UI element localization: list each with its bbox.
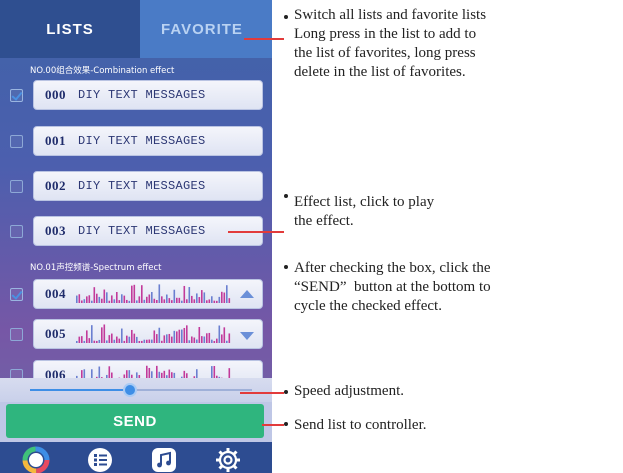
- effect-number: 003: [45, 223, 66, 238]
- effect-card[interactable]: 004: [33, 279, 263, 309]
- effect-title: DIY TEXT MESSAGES: [78, 179, 206, 193]
- move-up-icon[interactable]: [240, 290, 254, 298]
- effect-number: 000: [45, 87, 66, 102]
- list-item[interactable]: 001 DIY TEXT MESSAGES: [8, 124, 264, 158]
- effect-title: DIY TEXT MESSAGES: [78, 224, 206, 238]
- move-down-icon[interactable]: [240, 332, 254, 340]
- phone-screen: LISTS FAVORITE NO.00组合效果-Combination eff…: [0, 0, 272, 473]
- effect-number: 002: [45, 178, 66, 193]
- tab-lists[interactable]: LISTS: [0, 0, 140, 58]
- list-item[interactable]: 000 DIY TEXT MESSAGES: [8, 78, 264, 112]
- speed-track[interactable]: [30, 383, 252, 397]
- row-checkbox[interactable]: [10, 89, 23, 102]
- speed-thumb[interactable]: [122, 383, 137, 397]
- annotation-pointer-effect-list: [228, 231, 284, 233]
- list-item[interactable]: 005: [8, 317, 264, 351]
- annotation-tabs: Switch all lists and favorite lists Long…: [294, 7, 487, 80]
- speed-slider[interactable]: [0, 378, 272, 402]
- color-wheel-icon[interactable]: [22, 446, 50, 473]
- row-checkbox[interactable]: [10, 135, 23, 148]
- speed-fill: [30, 389, 130, 391]
- effect-number: 004: [45, 286, 66, 301]
- section-header-combination: NO.00组合效果-Combination effect: [30, 66, 175, 76]
- row-checkbox[interactable]: [10, 225, 23, 238]
- row-checkbox[interactable]: [10, 288, 23, 301]
- settings-icon[interactable]: [214, 446, 242, 473]
- spectrum-waveform-icon: [76, 324, 231, 343]
- annotation-bullet: [284, 194, 288, 198]
- annotation-bullet: [284, 422, 288, 426]
- annotation-speed: Speed adjustment.: [294, 383, 404, 399]
- annotation-effect-list: Effect list, click to play the effect.: [294, 194, 435, 229]
- tab-lists-label: LISTS: [46, 20, 94, 38]
- section-header-spectrum: NO.01声控频谱-Spectrum effect: [30, 263, 162, 273]
- spectrum-waveform-icon: [76, 284, 231, 303]
- music-icon[interactable]: [150, 446, 178, 473]
- annotation-bullet: [284, 265, 288, 269]
- annotation-pointer-send: [262, 424, 284, 426]
- list-item[interactable]: 002 DIY TEXT MESSAGES: [8, 169, 264, 203]
- list-item[interactable]: 003 DIY TEXT MESSAGES: [8, 214, 264, 248]
- effect-list[interactable]: NO.00组合效果-Combination effect 000 DIY TEX…: [0, 58, 272, 390]
- send-button[interactable]: SEND: [6, 404, 264, 438]
- effect-title: DIY TEXT MESSAGES: [78, 134, 206, 148]
- annotation-pointer-speed: [240, 392, 284, 394]
- effect-card[interactable]: 005: [33, 319, 263, 349]
- list-icon[interactable]: [86, 446, 114, 473]
- bottom-nav: [0, 442, 272, 473]
- effect-number: 005: [45, 326, 66, 341]
- annotation-checkbox: After checking the box, click the “SEND”…: [294, 260, 491, 314]
- effect-number: 001: [45, 133, 66, 148]
- tab-favorite-label: FAVORITE: [161, 20, 243, 38]
- list-item[interactable]: 004: [8, 277, 264, 311]
- send-button-label: SEND: [113, 412, 157, 430]
- annotation-pointer-tabs: [244, 38, 284, 40]
- annotation-bullet: [284, 390, 288, 394]
- effect-title: DIY TEXT MESSAGES: [78, 88, 206, 102]
- effect-card[interactable]: 002 DIY TEXT MESSAGES: [33, 171, 263, 201]
- annotation-send: Send list to controller.: [294, 417, 427, 433]
- row-checkbox[interactable]: [10, 180, 23, 193]
- send-area: SEND: [0, 402, 272, 442]
- annotation-bullet: [284, 15, 288, 19]
- tab-bar: LISTS FAVORITE: [0, 0, 272, 58]
- effect-card[interactable]: 000 DIY TEXT MESSAGES: [33, 80, 263, 110]
- effect-card[interactable]: 001 DIY TEXT MESSAGES: [33, 126, 263, 156]
- row-checkbox[interactable]: [10, 328, 23, 341]
- tab-favorite[interactable]: FAVORITE: [140, 0, 272, 58]
